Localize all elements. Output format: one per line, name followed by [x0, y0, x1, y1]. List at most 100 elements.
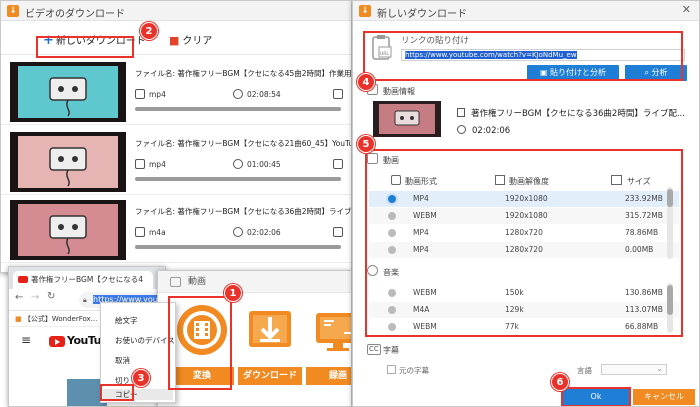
context-item-copy[interactable]: コピー — [103, 389, 173, 400]
video-list-scrollbar[interactable] — [667, 187, 673, 259]
download-filename: ファイル名: 著作権フリーBGM【クセになる21曲60_45】YouTube素材… — [135, 139, 351, 148]
step-badge-2: 2 — [140, 22, 158, 40]
clipboard-icon: ▣ — [539, 68, 551, 77]
format-radio[interactable] — [388, 246, 396, 254]
browser-tab-title: 著作権フリーBGM【クセになる4 — [31, 275, 144, 284]
resolution-column-header: 動画解像度 — [509, 177, 549, 186]
download-arrow-icon — [249, 311, 291, 347]
analyze-button[interactable]: ⌕ 分析 — [625, 65, 687, 81]
format-radio[interactable] — [388, 212, 396, 220]
video-section-label: 動画 — [383, 156, 399, 165]
video-tab-icon — [170, 277, 181, 287]
format-radio[interactable] — [388, 289, 396, 297]
download-format: mp4 — [135, 159, 166, 169]
format-radio[interactable] — [388, 323, 396, 331]
audio-format-row[interactable]: M4A 129k 113.07MB — [369, 302, 679, 318]
video-title: 著作権フリーBGM【クセになる36曲2時間】ライブ配... — [457, 107, 685, 119]
video-list-scroll-thumb[interactable] — [667, 189, 673, 207]
menu-header-label: 動画 — [188, 277, 207, 287]
download-tile[interactable]: ダウンロード — [238, 301, 302, 389]
video-thumbnail — [373, 101, 441, 137]
format-radio[interactable] — [388, 306, 396, 314]
language-select[interactable]: ⌄ — [601, 364, 667, 375]
download-progress-bar — [135, 107, 341, 111]
download-progress-bar — [135, 177, 341, 181]
resolution-icon — [333, 227, 347, 237]
row-bitrate: 150k — [505, 288, 524, 297]
audio-format-row[interactable]: WEBM 150k 130.86MB — [369, 285, 679, 301]
magnifier-icon: ⌕ — [644, 68, 652, 77]
music-note-icon — [367, 265, 378, 276]
download-filename: ファイル名: 著作権フリーBGM【クセになる36曲2時間】ライブ配信 作業用 勉… — [135, 207, 352, 216]
video-format-row[interactable]: MP4 1280x720 78.86MB — [369, 225, 679, 241]
download-row[interactable]: ファイル名: 著作権フリーBGM【クセになる36曲2時間】ライブ配信 作業用 勉… — [1, 197, 352, 263]
context-item-undo[interactable]: 取消 — [115, 355, 130, 366]
step-badge-6: 6 — [551, 373, 569, 391]
paste-link-label: リンクの貼り付け — [401, 36, 470, 46]
browser-tab[interactable]: 著作権フリーBGM【クセになる4 — [13, 271, 153, 289]
row-resolution: 1920x1080 — [505, 211, 548, 220]
convert-tile[interactable]: 変換 — [170, 301, 234, 389]
clipboard-link-icon: URL — [372, 35, 392, 60]
download-thumbnail — [10, 62, 126, 122]
menu-header: 動画 — [158, 271, 351, 293]
original-subtitle-label: 元の字幕 — [399, 366, 429, 375]
audio-format-row[interactable]: WEBM 77k 66.88MB — [369, 319, 679, 335]
step-badge-3: 3 — [132, 369, 150, 387]
clock-icon — [233, 159, 243, 169]
record-tile[interactable]: 録画 — [306, 301, 351, 389]
audio-list-scrollbar[interactable] — [667, 283, 673, 333]
svg-text:URL: URL — [380, 51, 389, 57]
video-format-row[interactable]: WEBM 1920x1080 315.72MB — [369, 208, 679, 224]
download-row[interactable]: ファイル名: 著作権フリーBGM【クセになる45曲2時間】作業用BGM ライブ配… — [1, 59, 352, 125]
row-resolution: 1280x720 — [505, 228, 543, 237]
download-format: m4a — [135, 227, 166, 237]
close-icon[interactable]: ✕ — [682, 4, 691, 16]
link-input[interactable]: https://www.youtube.com/watch?v=KJoNdMu_… — [401, 49, 685, 61]
step-badge-1: 1 — [224, 284, 242, 302]
video-duration: 02:02:06 — [457, 125, 510, 136]
youtube-logo-icon[interactable] — [49, 336, 65, 347]
file-format-icon — [135, 89, 145, 99]
duration-text: 02:08:54 — [247, 90, 281, 99]
cassette-thumbnail-image — [373, 101, 441, 137]
row-resolution: 1920x1080 — [505, 194, 548, 203]
video-format-row[interactable]: MP4 1280x720 0.00MB — [369, 242, 679, 258]
cancel-button[interactable]: キャンセル — [633, 389, 695, 405]
video-format-row[interactable]: MP4 1920x1080 233.92MB — [369, 191, 679, 207]
download-duration: 02:02:06 — [233, 227, 281, 237]
audio-list-scroll-thumb[interactable] — [667, 285, 673, 315]
file-format-icon — [135, 159, 145, 169]
cassette-thumbnail-image — [10, 62, 126, 122]
hamburger-menu-icon[interactable]: ≡ — [21, 333, 31, 347]
ok-button[interactable]: Ok — [563, 389, 629, 405]
row-format: WEBM — [413, 288, 437, 297]
duration-text: 02:02:06 — [247, 228, 281, 237]
video-duration-text: 02:02:06 — [472, 126, 511, 136]
format-radio[interactable] — [388, 229, 396, 237]
original-subtitle-checkbox[interactable] — [387, 365, 396, 374]
context-item-cut[interactable]: 切り — [115, 375, 130, 386]
back-arrow-icon[interactable]: ← — [15, 292, 23, 303]
download-filename: ファイル名: 著作権フリーBGM【クセになる45曲2時間】作業用BGM ライブ配… — [135, 69, 352, 78]
forward-arrow-icon[interactable]: → — [31, 292, 39, 303]
context-menu: 絵文字 お使いのデバイス 取消 切り コピー — [100, 302, 176, 403]
format-radio[interactable] — [388, 195, 396, 203]
bookmark-icon: ■ — [15, 315, 24, 323]
bookmark-item[interactable]: 【公式】WonderFox... — [24, 315, 98, 323]
dialog-title: 新しいダウンロード — [377, 9, 467, 20]
context-item-emoji[interactable]: 絵文字 — [115, 315, 138, 326]
row-size: 66.88MB — [625, 322, 659, 331]
format-column-icon — [391, 175, 401, 185]
paste-and-analyze-button[interactable]: ▣ 貼り付けと分析 — [527, 65, 619, 81]
trash-icon: ■ — [169, 34, 180, 47]
context-item-devices[interactable]: お使いのデバイス — [115, 335, 175, 346]
dialog-title-bar: ↓ 新しいダウンロード ✕ — [353, 1, 699, 21]
reload-icon[interactable]: ↻ — [47, 291, 55, 302]
clear-button[interactable]: ■ クリア — [169, 32, 212, 47]
download-row[interactable]: ファイル名: 著作権フリーBGM【クセになる21曲60_45】YouTube素材… — [1, 129, 351, 195]
new-download-button[interactable]: + 新しいダウンロード — [43, 32, 146, 48]
toolbar: + 新しいダウンロード ■ クリア — [1, 21, 351, 55]
title-bar: ↓ ビデオのダウンロード — [1, 1, 351, 21]
row-bitrate: 129k — [505, 305, 524, 314]
